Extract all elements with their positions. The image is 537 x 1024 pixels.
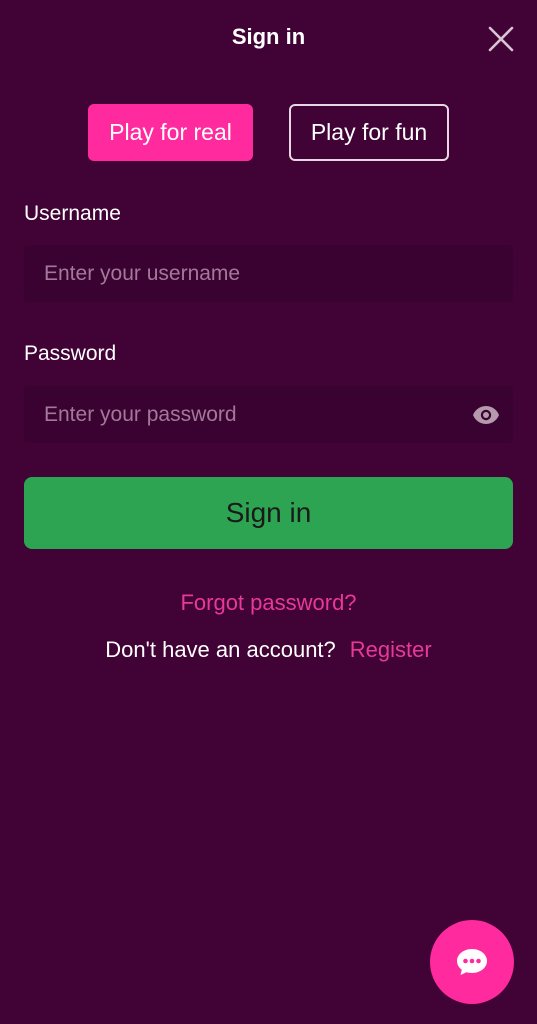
password-input[interactable] bbox=[44, 386, 464, 443]
close-button[interactable] bbox=[482, 20, 520, 58]
username-input[interactable] bbox=[44, 245, 464, 302]
password-field-container bbox=[24, 386, 513, 443]
play-for-real-button[interactable]: Play for real bbox=[88, 104, 253, 161]
password-label: Password bbox=[24, 342, 117, 365]
forgot-password-link[interactable]: Forgot password? bbox=[0, 590, 537, 616]
username-label: Username bbox=[24, 202, 121, 225]
register-row: Don't have an account? Register bbox=[0, 637, 537, 663]
username-field-container bbox=[24, 245, 513, 302]
eye-icon bbox=[473, 406, 499, 424]
no-account-text: Don't have an account? bbox=[105, 637, 336, 662]
page-title: Sign in bbox=[231, 24, 306, 49]
close-icon bbox=[488, 26, 514, 52]
sign-in-button[interactable]: Sign in bbox=[24, 477, 513, 549]
chat-button[interactable] bbox=[430, 920, 514, 1004]
register-link[interactable]: Register bbox=[350, 637, 432, 662]
header: Sign in bbox=[0, 0, 537, 76]
play-for-fun-button[interactable]: Play for fun bbox=[289, 104, 449, 161]
show-password-button[interactable] bbox=[471, 400, 501, 430]
chat-bubble-icon bbox=[457, 949, 487, 975]
play-mode-toggle: Play for real Play for fun bbox=[0, 104, 537, 161]
